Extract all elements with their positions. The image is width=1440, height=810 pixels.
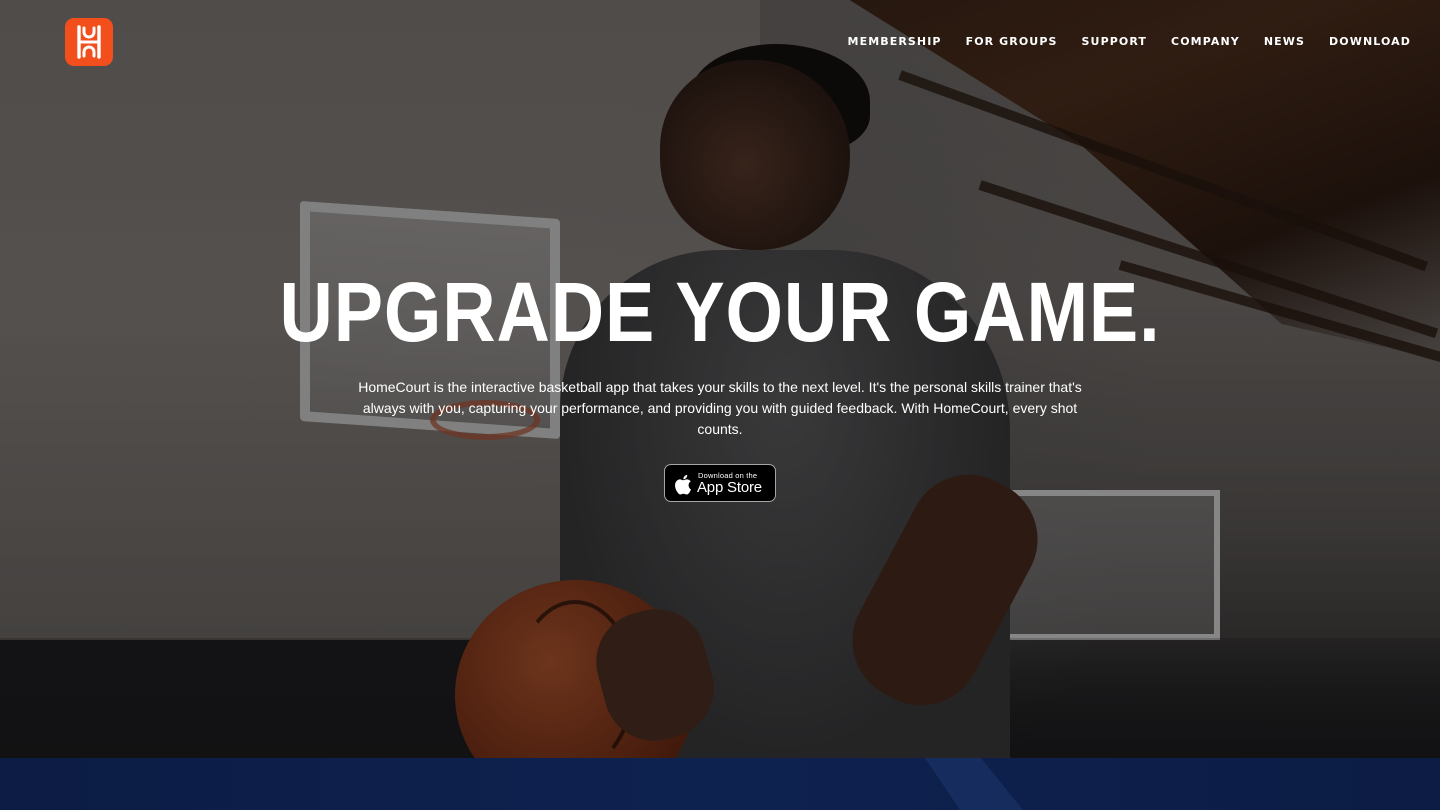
homecourt-logo-icon[interactable]: [65, 18, 113, 66]
nav-membership[interactable]: MEMBERSHIP: [848, 35, 942, 48]
app-store-button[interactable]: Download on the App Store: [664, 464, 776, 502]
nav-download[interactable]: DOWNLOAD: [1329, 35, 1411, 48]
nav-company[interactable]: COMPANY: [1171, 35, 1240, 48]
apple-icon: [675, 474, 691, 495]
app-store-big-label: App Store: [697, 479, 762, 496]
nav-for-groups[interactable]: FOR GROUPS: [966, 35, 1058, 48]
nav-support[interactable]: SUPPORT: [1082, 35, 1148, 48]
hero-headline: UPGRADE YOUR GAME.: [279, 265, 1161, 359]
nav-news[interactable]: NEWS: [1264, 35, 1305, 48]
next-section: [0, 758, 1440, 810]
main-nav: MEMBERSHIP FOR GROUPS SUPPORT COMPANY NE…: [848, 35, 1411, 48]
hero-description: HomeCourt is the interactive basketball …: [358, 379, 1082, 437]
